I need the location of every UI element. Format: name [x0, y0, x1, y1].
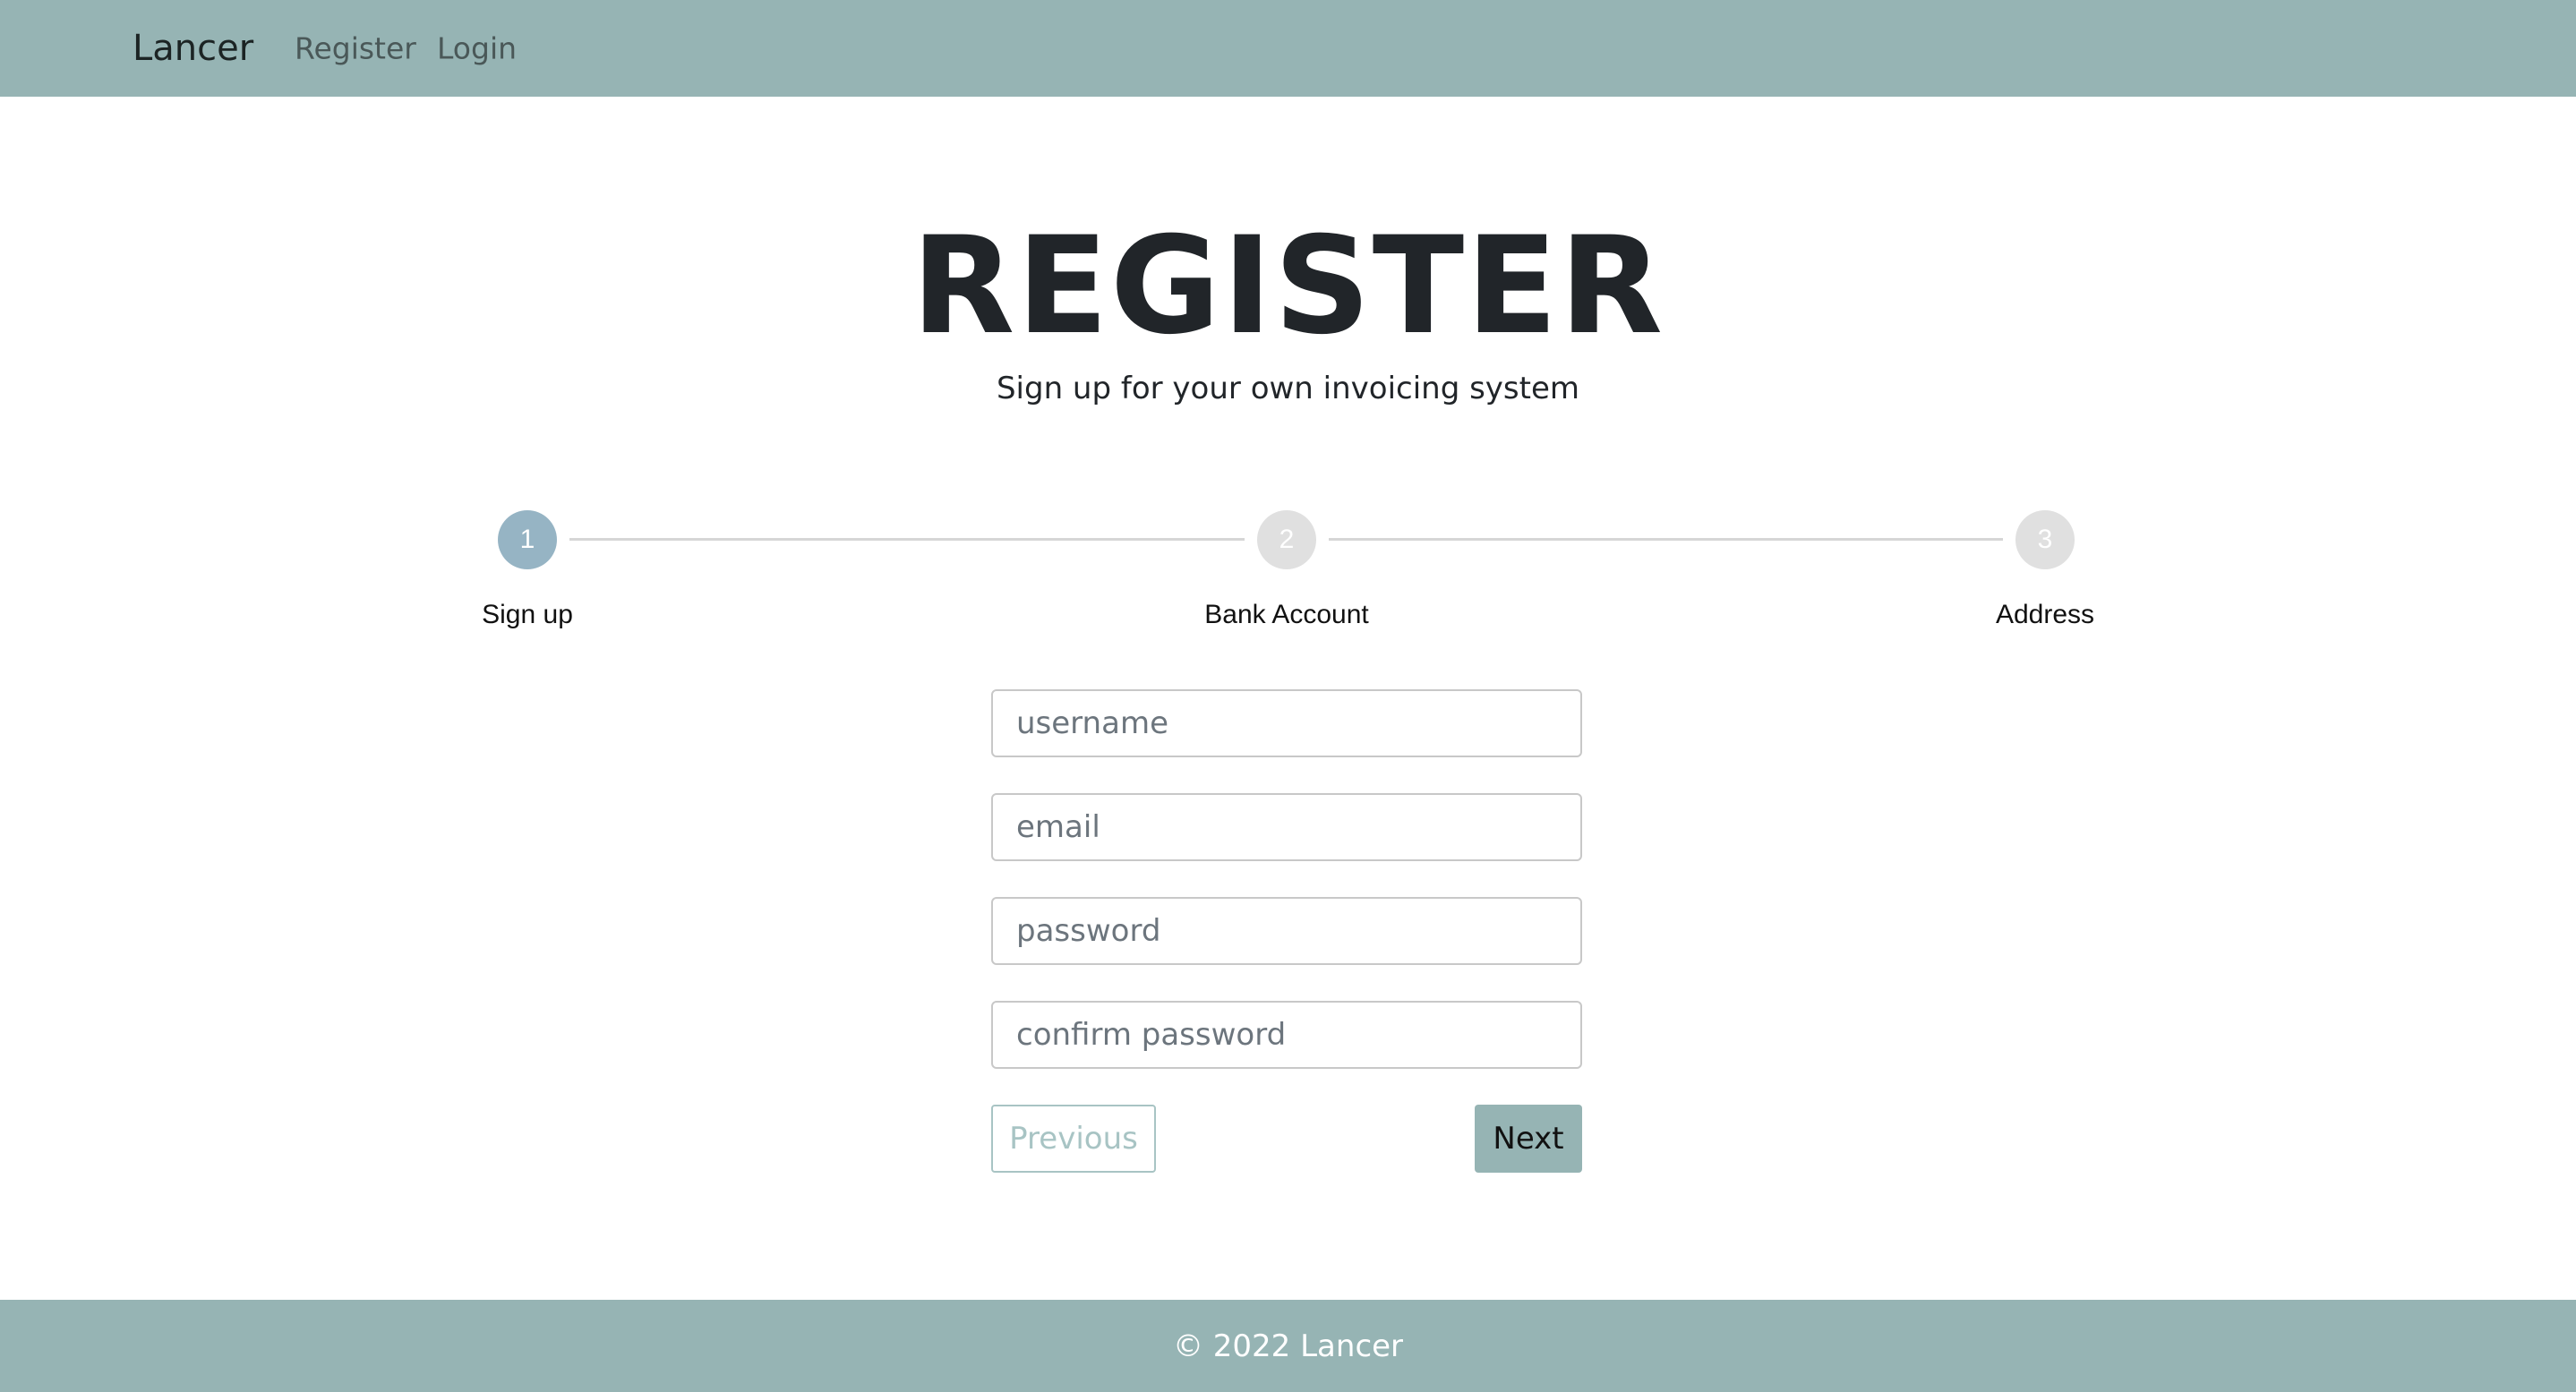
page-subtitle: Sign up for your own invoicing system: [996, 371, 1580, 406]
step-3-indicator[interactable]: 3: [2015, 510, 2075, 569]
step-3-label: Address: [1995, 600, 2095, 629]
email-input[interactable]: [991, 793, 1582, 861]
next-button[interactable]: Next: [1475, 1105, 1582, 1173]
top-navbar: Lancer Register Login: [0, 0, 2576, 97]
step-2-label: Bank Account: [1204, 600, 1369, 629]
page-title: REGISTER: [911, 209, 1665, 364]
brand-logo-link[interactable]: Lancer: [133, 28, 253, 69]
previous-button[interactable]: Previous: [991, 1105, 1156, 1173]
password-input[interactable]: [991, 897, 1582, 965]
footer: © 2022 Lancer: [0, 1300, 2576, 1392]
nav-register-link[interactable]: Register: [295, 31, 416, 66]
username-input[interactable]: [991, 689, 1582, 757]
stepper-connector-2: [1329, 538, 2003, 541]
stepper-connector-1: [569, 538, 1245, 541]
footer-copyright: © 2022 Lancer: [1172, 1328, 1404, 1364]
step-1-label: Sign up: [482, 600, 573, 629]
confirm-password-input[interactable]: [991, 1001, 1582, 1069]
nav-login-link[interactable]: Login: [437, 31, 517, 66]
step-1-indicator[interactable]: 1: [498, 510, 557, 569]
step-2-indicator[interactable]: 2: [1257, 510, 1316, 569]
